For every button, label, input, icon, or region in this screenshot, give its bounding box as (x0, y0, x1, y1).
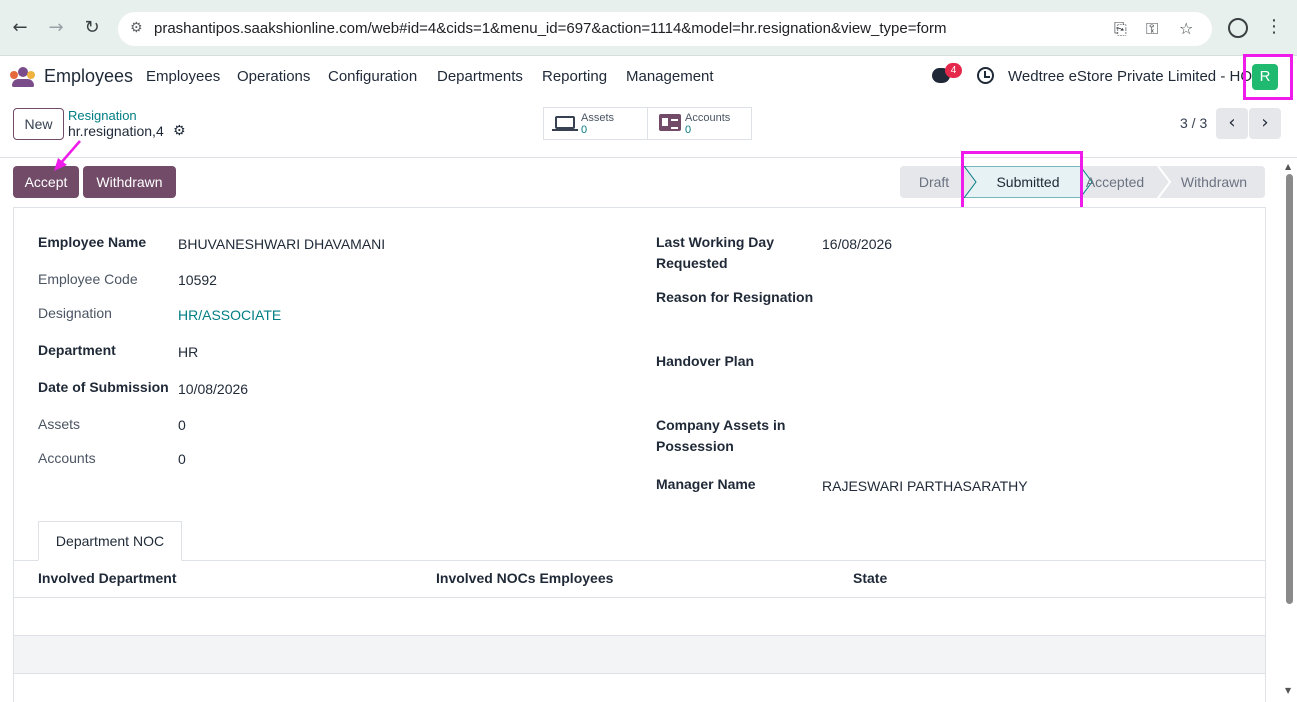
password-key-icon[interactable]: ⚿ (1146, 19, 1158, 39)
field-accounts: 0 (178, 451, 186, 467)
address-bar[interactable]: ⚙ prashantipos.saakshionline.com/web#id=… (118, 12, 1212, 46)
field-last-working-day[interactable]: 16/08/2026 (822, 236, 892, 252)
label-designation: Designation (38, 305, 112, 321)
label-last-working-day-line2: Requested (656, 255, 728, 271)
tab-department-noc[interactable]: Department NOC (38, 521, 182, 561)
menu-departments[interactable]: Departments (437, 68, 523, 85)
column-state[interactable]: State (853, 570, 887, 586)
browser-menu-icon[interactable]: ⋮ (1265, 16, 1283, 37)
breadcrumb-parent[interactable]: Resignation (68, 108, 137, 123)
profile-icon[interactable] (1228, 18, 1248, 38)
pager-value[interactable]: 3 / 3 (1180, 115, 1207, 131)
scrollbar-thumb[interactable] (1286, 174, 1293, 604)
reload-icon[interactable]: ↻ (81, 17, 103, 39)
stage-withdrawn[interactable]: Withdrawn (1172, 166, 1256, 198)
assets-smart-button[interactable]: Assets 0 (544, 108, 648, 139)
menu-management[interactable]: Management (626, 68, 714, 85)
browser-toolbar: ← → ↻ ⚙ prashantipos.saakshionline.com/w… (0, 0, 1297, 56)
smart-button-value: 0 (581, 124, 588, 136)
label-department: Department (38, 342, 116, 358)
id-card-icon (659, 114, 681, 131)
control-panel: New Resignation hr.resignation,4 ⚙ Asset… (0, 100, 1297, 158)
field-date-of-submission[interactable]: 10/08/2026 (178, 381, 248, 397)
scroll-down-icon[interactable]: ▼ (1285, 686, 1291, 695)
label-company-assets-line2: Possession (656, 438, 734, 454)
pager-previous-button[interactable]: ‹ (1216, 108, 1248, 139)
chat-count-badge: 4 (945, 63, 962, 78)
label-accounts: Accounts (38, 450, 96, 466)
stage-accepted[interactable]: Accepted (1080, 166, 1150, 198)
menu-employees[interactable]: Employees (146, 68, 220, 85)
column-involved-nocs-employees[interactable]: Involved NOCs Employees (436, 570, 613, 586)
withdrawn-button[interactable]: Withdrawn (83, 166, 176, 198)
label-employee-name: Employee Name (38, 234, 147, 250)
label-handover-plan: Handover Plan (656, 353, 755, 369)
label-assets: Assets (38, 416, 81, 432)
label-employee-code: Employee Code (38, 271, 138, 287)
field-designation[interactable]: HR/ASSOCIATE (178, 307, 281, 323)
smart-button-label: Accounts (685, 112, 731, 124)
bookmark-star-icon[interactable]: ☆ (1179, 19, 1193, 38)
smart-button-value: 0 (685, 124, 692, 136)
app-name[interactable]: Employees (44, 66, 133, 87)
field-assets: 0 (178, 417, 186, 433)
menu-configuration[interactable]: Configuration (328, 68, 417, 85)
label-manager-name: Manager Name (656, 476, 756, 492)
accounts-smart-button[interactable]: Accounts 0 (648, 108, 752, 139)
menu-operations[interactable]: Operations (237, 68, 310, 85)
label-company-assets-line1: Company Assets in (656, 417, 786, 433)
table-row-divider (14, 673, 1265, 674)
highlight-box-avatar (1243, 54, 1293, 100)
field-manager-name[interactable]: RAJESWARI PARTHASARATHY (822, 478, 1028, 494)
gear-icon[interactable]: ⚙ (173, 123, 186, 139)
menu-reporting[interactable]: Reporting (542, 68, 607, 85)
pager-next-button[interactable]: › (1249, 108, 1281, 139)
url-text[interactable]: prashantipos.saakshionline.com/web#id=4&… (154, 20, 946, 37)
laptop-icon (552, 116, 578, 131)
site-settings-icon[interactable]: ⚙ (130, 20, 143, 36)
label-reason-for-resignation: Reason for Resignation (656, 289, 814, 305)
smart-button-label: Assets (581, 112, 615, 124)
column-involved-department[interactable]: Involved Department (38, 570, 176, 586)
install-app-icon[interactable]: ⎘ (1114, 19, 1127, 39)
forward-arrow-icon[interactable]: → (45, 17, 67, 39)
label-last-working-day-line1: Last Working Day (656, 234, 774, 250)
tab-divider (14, 560, 1265, 561)
field-employee-name[interactable]: BHUVANESHWARI DHAVAMANI (178, 236, 385, 252)
stage-draft[interactable]: Draft (908, 166, 960, 198)
breadcrumb-current: hr.resignation,4 (68, 123, 164, 139)
label-date-of-submission: Date of Submission (38, 379, 169, 395)
smart-buttons: Assets 0 Accounts 0 (543, 107, 752, 140)
table-header-divider (14, 597, 1265, 598)
app-navbar: Employees Employees Operations Configura… (0, 56, 1297, 100)
new-button[interactable]: New (13, 108, 64, 140)
table-row-divider (14, 635, 1265, 636)
scroll-up-icon[interactable]: ▲ (1285, 162, 1291, 171)
field-department[interactable]: HR (178, 344, 198, 360)
page-scrollbar[interactable]: ▲ ▼ (1283, 160, 1295, 702)
field-employee-code[interactable]: 10592 (178, 272, 217, 288)
company-switcher[interactable]: Wedtree eStore Private Limited - HO (1008, 68, 1252, 85)
back-arrow-icon[interactable]: ← (9, 17, 31, 39)
table-row (14, 636, 1265, 674)
employees-app-icon[interactable] (10, 67, 36, 87)
annotation-arrow (54, 140, 81, 171)
form-sheet: Employee Name BHUVANESHWARI DHAVAMANI Em… (13, 207, 1266, 702)
activity-clock-icon[interactable] (977, 67, 994, 84)
